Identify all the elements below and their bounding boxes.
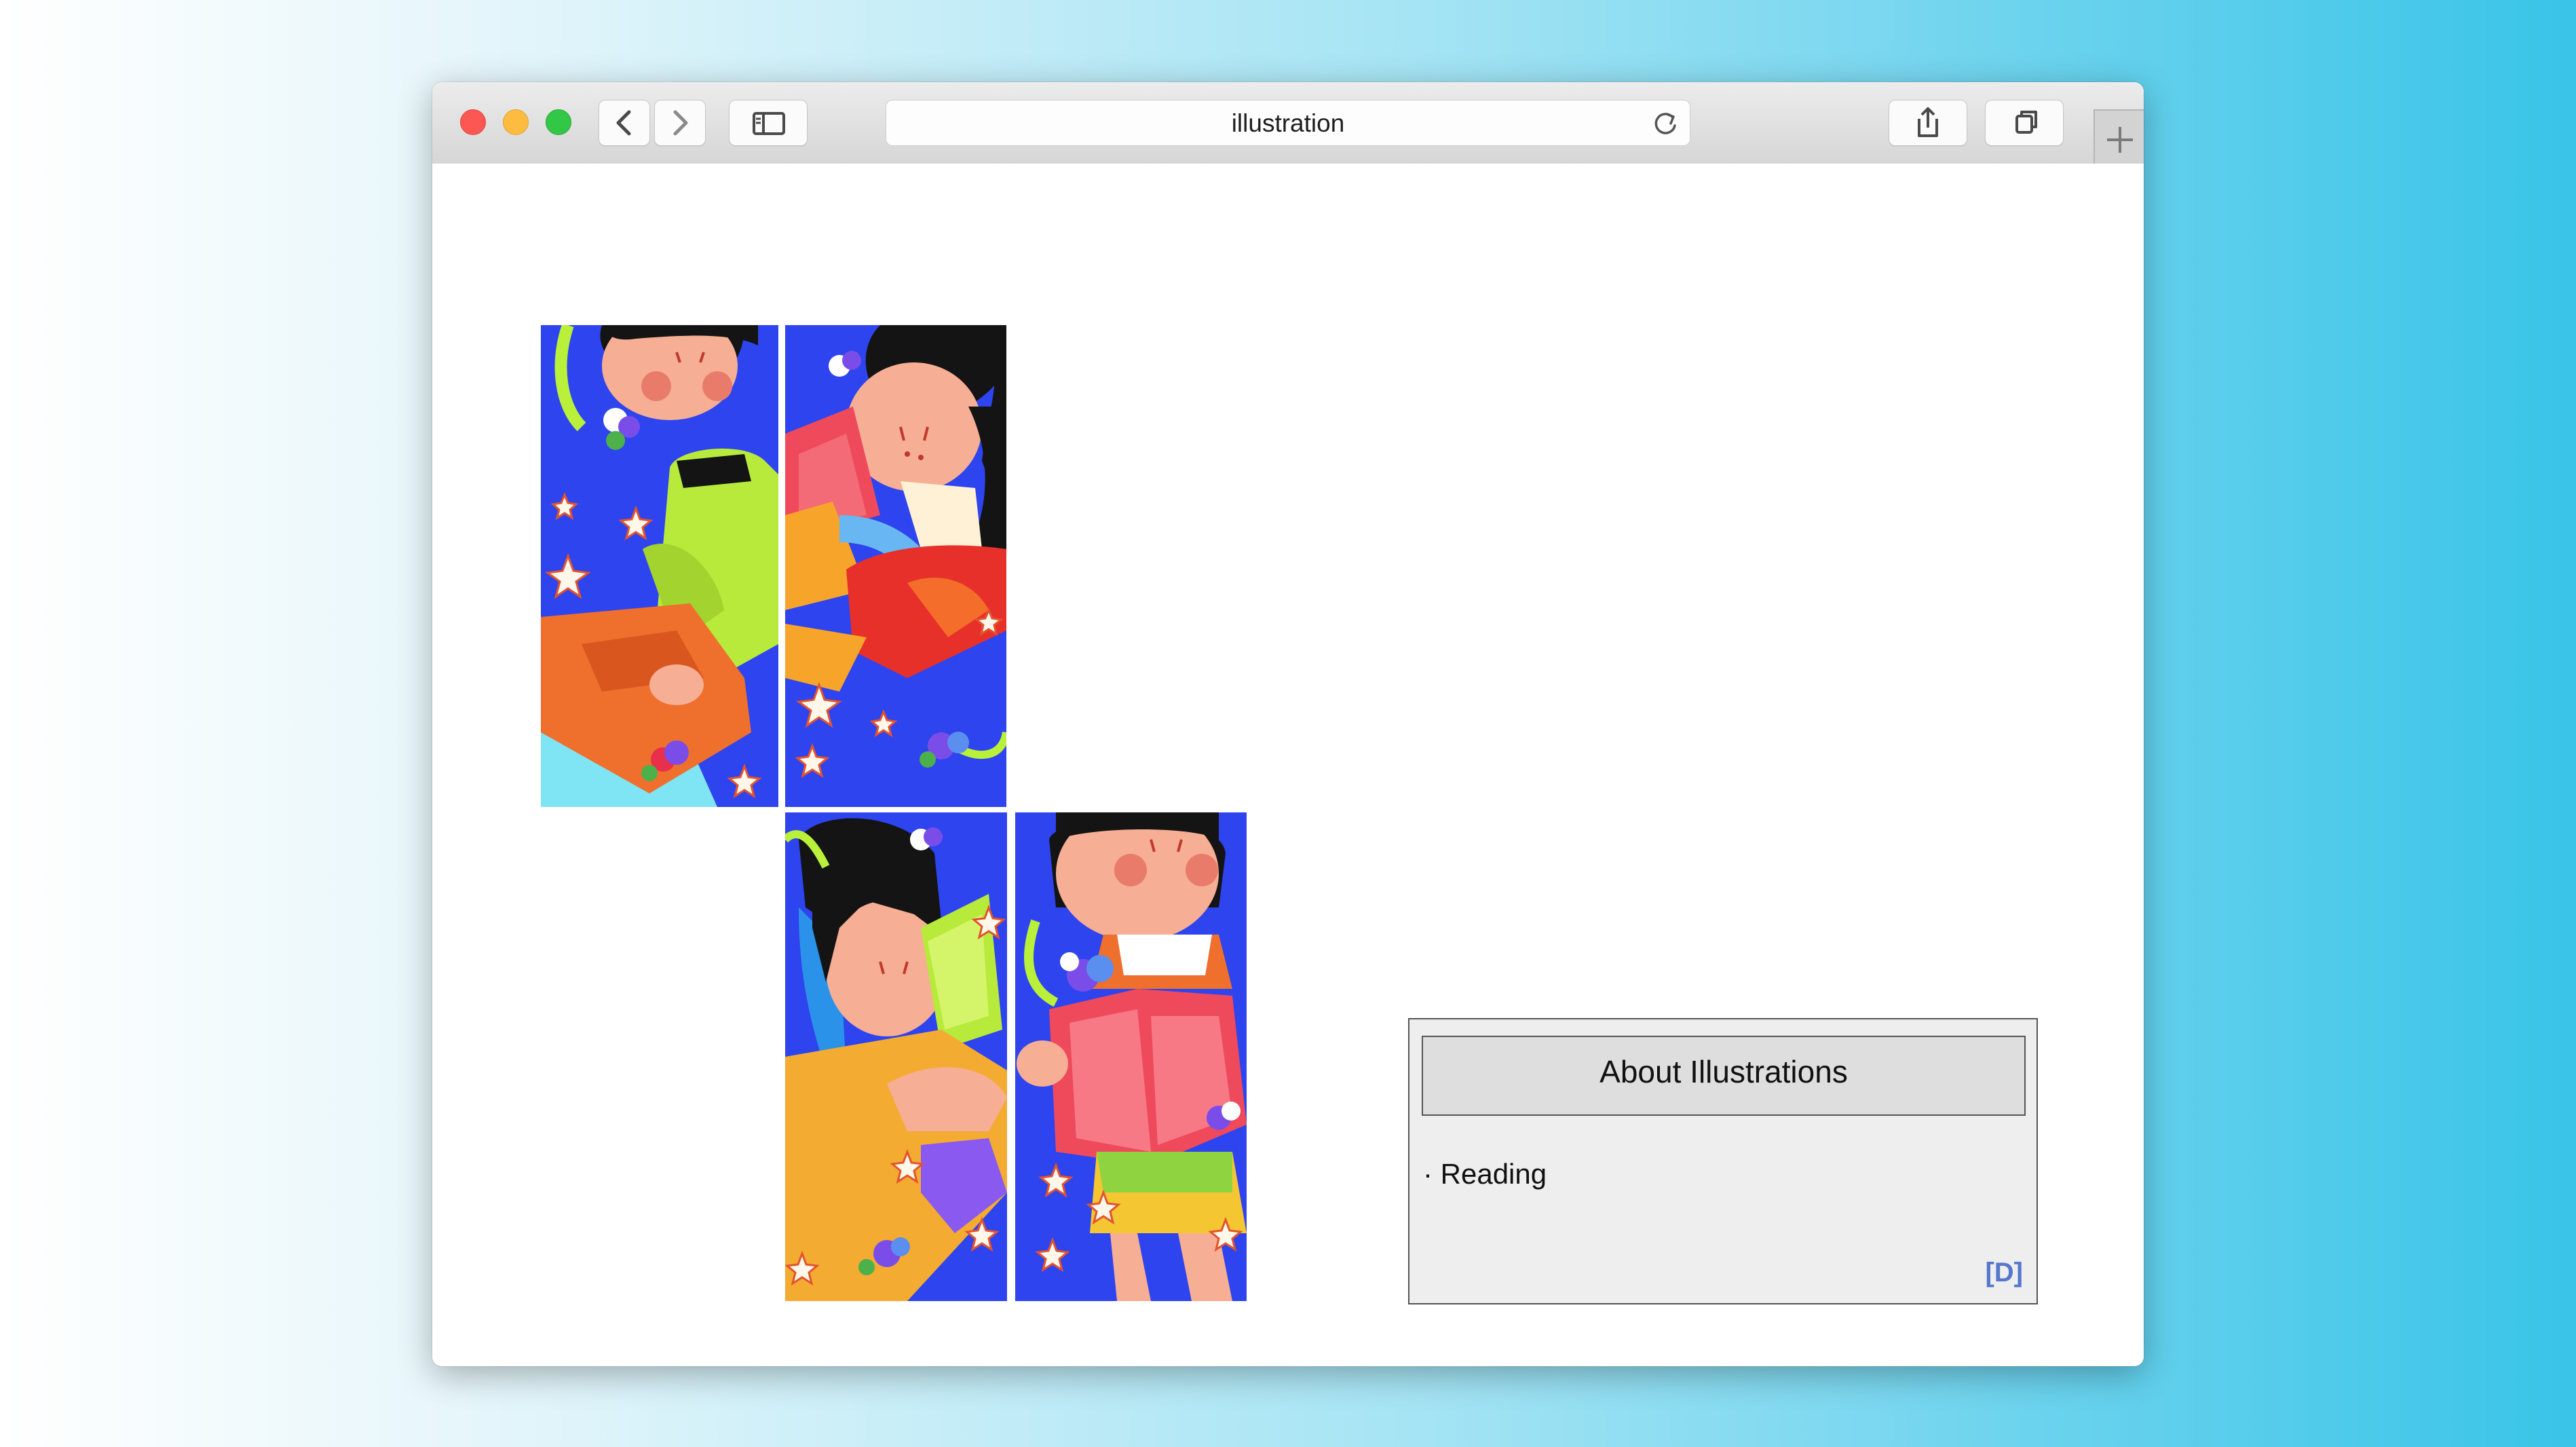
- illustration-panel-4[interactable]: [1015, 812, 1247, 1301]
- browser-toolbar: illustration: [432, 82, 2144, 165]
- reload-icon[interactable]: [1650, 108, 1680, 138]
- reading-girl-yellow-shirt-image: [785, 812, 1007, 1301]
- illustration-panel-2[interactable]: [785, 325, 1006, 807]
- zoom-window-button[interactable]: [546, 109, 571, 135]
- chevron-right-icon: [673, 110, 688, 136]
- forward-button[interactable]: [654, 100, 706, 146]
- close-window-button[interactable]: [460, 109, 486, 135]
- illustration-panel-3[interactable]: [785, 812, 1007, 1301]
- reading-girl-pink-book-image: [1015, 812, 1247, 1301]
- illustration-panel-1[interactable]: [541, 325, 778, 807]
- back-button[interactable]: [599, 100, 650, 146]
- sidebar-button[interactable]: [729, 100, 808, 146]
- reading-girl-green-sweater-image: [541, 325, 778, 807]
- new-tab-button[interactable]: [2094, 109, 2144, 165]
- about-list-item: · Reading: [1423, 1158, 1547, 1190]
- share-button[interactable]: [1889, 100, 1967, 146]
- minimize-window-button[interactable]: [503, 109, 529, 135]
- browser-window: illustration About Illustrations · Readi…: [432, 82, 2144, 1366]
- share-icon: [1918, 107, 1938, 137]
- url-text: illustration: [1231, 109, 1345, 137]
- reading-girl-red-book-image: [785, 325, 1006, 807]
- tabs-icon: [2015, 111, 2037, 134]
- sidebar-icon: [753, 112, 785, 135]
- chevron-left-icon: [616, 110, 631, 136]
- details-link[interactable]: [D]: [1985, 1258, 2023, 1288]
- address-bar[interactable]: illustration: [886, 100, 1690, 146]
- tabs-overview-button[interactable]: [1985, 100, 2064, 146]
- page-content: About Illustrations · Reading [D]: [432, 164, 2144, 1366]
- about-title: About Illustrations: [1422, 1036, 2026, 1116]
- about-illustrations-box: About Illustrations · Reading [D]: [1408, 1018, 2038, 1304]
- plus-icon: [2107, 127, 2133, 153]
